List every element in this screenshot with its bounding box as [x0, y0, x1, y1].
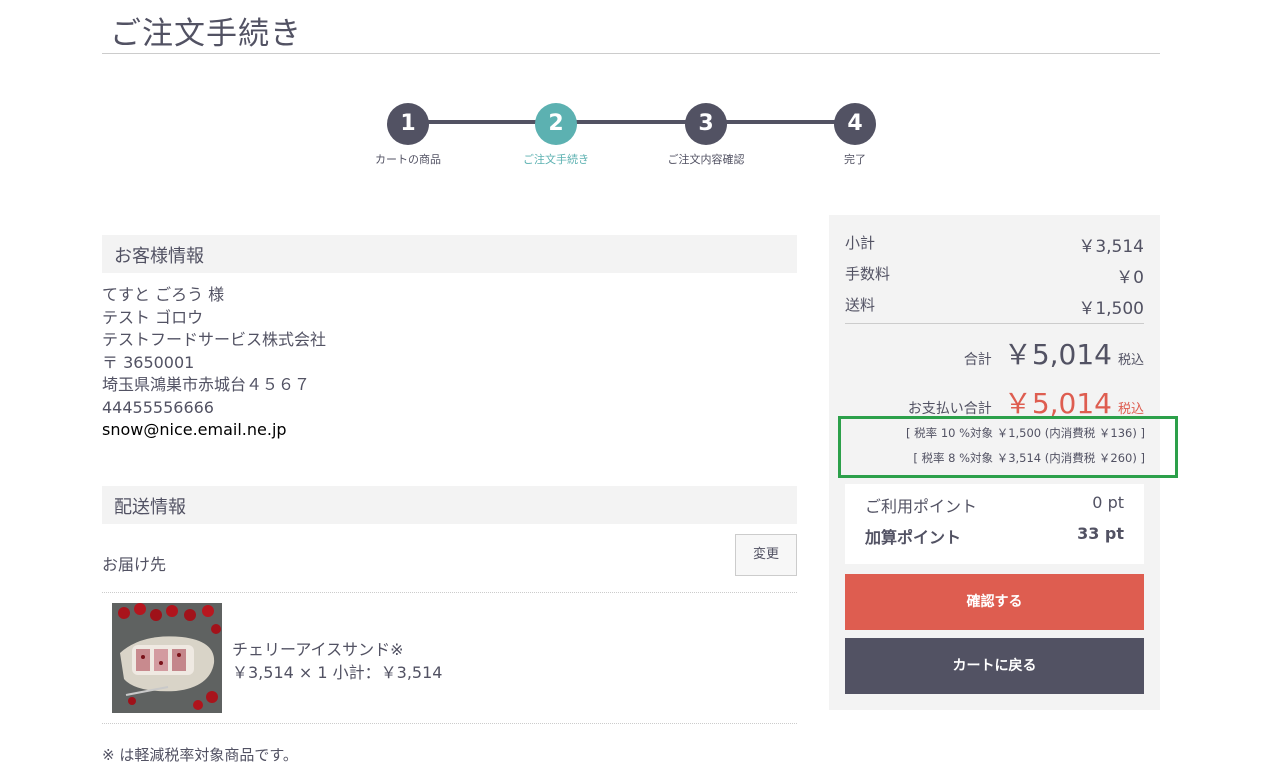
flow-step-1: 1 カートの商品: [348, 100, 468, 167]
customer-phone: 44455556666: [102, 397, 214, 417]
flow-step-3: 3 ご注文内容確認: [646, 100, 766, 167]
customer-postal-code: 〒 3650001: [102, 352, 195, 372]
customer-email: snow@nice.email.ne.jp: [102, 420, 287, 439]
change-destination-button[interactable]: 変更: [735, 534, 797, 576]
flow-step-number: 4: [834, 103, 876, 145]
reduced-tax-note: ※ は軽減税率対象商品です。: [102, 746, 298, 764]
flow-step-number: 2: [535, 103, 577, 145]
flow-connector-line: [405, 120, 855, 124]
flow-step-4: 4 完了: [795, 100, 915, 167]
subtotal-value: ￥3,514: [1078, 237, 1144, 257]
shipping-info-heading-text: 配送情報: [114, 497, 186, 518]
added-points-value: 33 pt: [1077, 524, 1124, 543]
shipping-fee-label: 送料: [845, 296, 876, 314]
customer-company: テストフードサービス株式会社: [102, 330, 327, 349]
tax-breakdown-highlight: [ 税率 10 %対象 ￥1,500 (内消費税 ￥136) ] [ 税率 8 …: [838, 416, 1178, 478]
flow-step-label: ご注文内容確認: [667, 153, 745, 166]
flow-step-2: 2 ご注文手続き: [496, 100, 616, 167]
subtotal-label: 小計: [845, 234, 876, 252]
shipping-fee-value: ￥1,500: [1078, 299, 1144, 319]
back-to-cart-button[interactable]: カートに戻る: [845, 638, 1144, 694]
customer-info-heading: お客様情報: [102, 235, 797, 273]
used-points-label: ご利用ポイント: [865, 497, 978, 516]
divider: [102, 723, 797, 724]
product-price-line: ￥3,514 × 1 小計：￥3,514: [232, 663, 443, 682]
tax-10-percent-line: [ 税率 10 %対象 ￥1,500 (内消費税 ￥136) ]: [906, 426, 1145, 440]
shipping-info-heading: 配送情報: [102, 486, 797, 524]
flow-step-number: 3: [685, 103, 727, 145]
fee-label: 手数料: [845, 265, 891, 283]
total-label: 合計: [963, 352, 992, 368]
payment-tax-label: 税込: [1117, 402, 1144, 417]
customer-name-hiragana: てすと ごろう 様: [102, 285, 225, 304]
fee-value: ￥0: [1116, 268, 1144, 288]
product-photo-icon: [112, 603, 222, 713]
checkout-flow: 1 カートの商品 2 ご注文手続き 3 ご注文内容確認 4 完了: [348, 100, 948, 170]
total-value: ￥5,014: [1003, 338, 1112, 371]
confirm-button[interactable]: 確認する: [845, 574, 1144, 630]
product-name: チェリーアイスサンド※: [232, 640, 404, 659]
page-header: ご注文手続き: [102, 2, 1160, 54]
payment-total-label: お支払い合計: [907, 401, 992, 417]
total-tax-label: 税込: [1117, 353, 1144, 368]
product-image: [112, 603, 222, 713]
customer-info: てすと ごろう 様 テスト ゴロウ テストフードサービス株式会社 〒 36500…: [102, 284, 326, 442]
customer-name-katakana: テスト ゴロウ: [102, 307, 204, 327]
delivery-destination-label: お届け先: [102, 555, 167, 574]
total-row: 合計 ￥5,014 税込: [964, 333, 1144, 373]
points-box: ご利用ポイント 0 pt 加算ポイント 33 pt: [845, 484, 1144, 564]
flow-step-label: 完了: [844, 153, 866, 166]
flow-step-label: ご注文手続き: [523, 153, 589, 166]
added-points-label: 加算ポイント: [865, 528, 962, 547]
flow-step-number: 1: [387, 103, 429, 145]
customer-info-heading-text: お客様情報: [114, 246, 204, 267]
tax-8-percent-line: [ 税率 8 %対象 ￥3,514 (内消費税 ￥260) ]: [913, 451, 1145, 465]
customer-address: 埼玉県鴻巣市赤城台４５６７: [102, 375, 311, 394]
used-points-value: 0 pt: [1092, 493, 1124, 512]
divider: [102, 592, 797, 593]
page-title: ご注文手続き: [110, 16, 302, 52]
summary-divider: [845, 323, 1144, 324]
flow-step-label: カートの商品: [375, 153, 441, 166]
